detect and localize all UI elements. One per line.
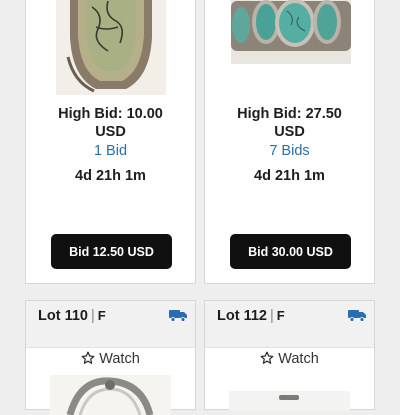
lot-photo[interactable] xyxy=(50,375,171,415)
watch-button[interactable]: Watch xyxy=(205,351,374,367)
time-left: 4d 21h 1m xyxy=(75,168,146,184)
time-left: 4d 21h 1m xyxy=(254,168,325,184)
truck-icon xyxy=(348,310,366,322)
lot-card: Lot 110 | F Watch xyxy=(25,300,196,415)
lot-card: High Bid: 10.00 USD 1 Bid 4d 21h 1m Bid … xyxy=(25,0,196,284)
lot-card: High Bid: 27.50 USD 7 Bids 4d 21h 1m Bid… xyxy=(204,0,375,284)
jewelry-image xyxy=(229,391,350,411)
bid-count-link[interactable]: 7 Bids xyxy=(205,142,374,160)
bid-info: High Bid: 10.00 USD 1 Bid 4d 21h 1m xyxy=(26,105,195,185)
bid-count-link[interactable]: 1 Bid xyxy=(26,142,195,160)
star-outline-icon xyxy=(81,351,95,364)
divider: | xyxy=(90,308,95,324)
high-bid: High Bid: 27.50 USD xyxy=(237,106,342,140)
bracelet-image xyxy=(231,0,351,64)
lot-type: F xyxy=(97,308,106,323)
lot-number: Lot 112 xyxy=(217,308,267,324)
watch-button[interactable]: Watch xyxy=(26,351,195,367)
star-outline-icon xyxy=(260,351,274,364)
truck-icon xyxy=(169,310,187,322)
lot-header: Lot 110 | F xyxy=(26,301,195,348)
lot-number: Lot 110 xyxy=(38,308,88,324)
lot-type: F xyxy=(276,308,285,323)
lot-photo[interactable] xyxy=(229,391,350,411)
lot-header: Lot 112 | F xyxy=(205,301,374,348)
watch-label: Watch xyxy=(99,351,140,367)
high-bid: High Bid: 10.00 USD xyxy=(58,106,163,140)
bid-button[interactable]: Bid 12.50 USD xyxy=(51,234,172,269)
ring-image xyxy=(56,0,166,95)
bid-info: High Bid: 27.50 USD 7 Bids 4d 21h 1m xyxy=(205,105,374,185)
bangle-image xyxy=(50,375,171,415)
lot-card: Lot 112 | F Watch xyxy=(204,300,375,411)
divider: | xyxy=(269,308,274,324)
lot-title[interactable]: Lot 112 | F xyxy=(217,308,285,324)
lot-title[interactable]: Lot 110 | F xyxy=(38,308,106,324)
watch-label: Watch xyxy=(278,351,319,367)
lot-photo[interactable] xyxy=(231,0,351,64)
bid-button[interactable]: Bid 30.00 USD xyxy=(230,234,351,269)
lot-photo[interactable] xyxy=(56,0,166,95)
